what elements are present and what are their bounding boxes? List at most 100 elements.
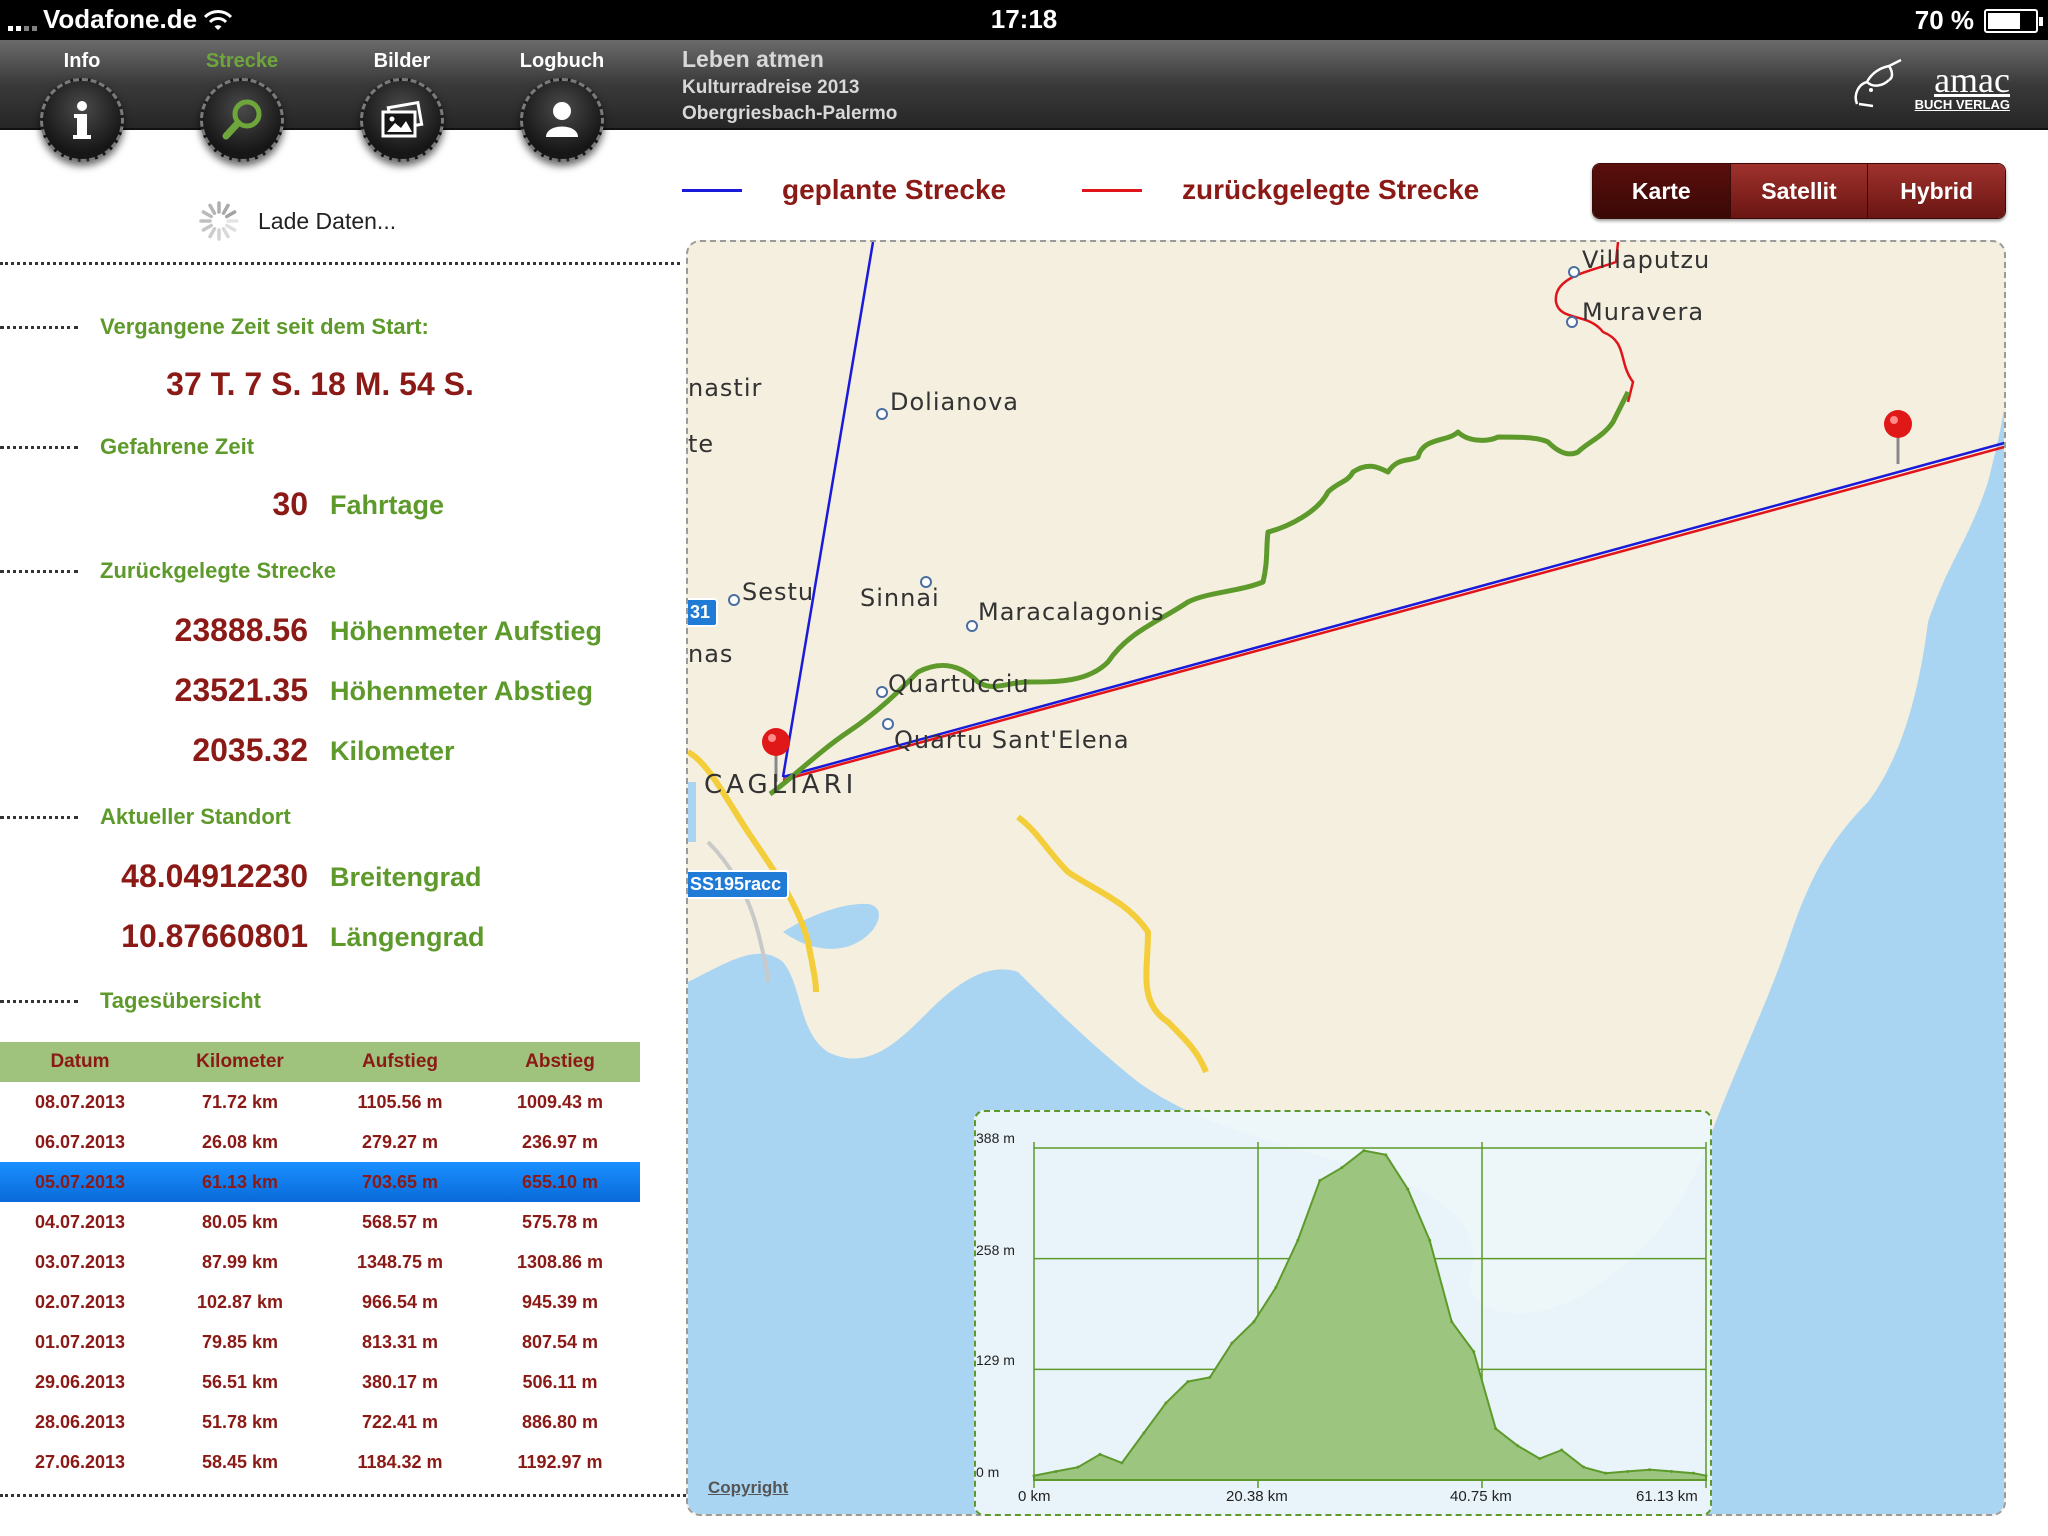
elevation-x-tick: 20.38 km xyxy=(1226,1488,1288,1505)
elevation-point xyxy=(1670,1469,1674,1473)
table-row[interactable]: 04.07.2013 80.05 km 568.57 m 575.78 m xyxy=(0,1202,640,1242)
place-label: Sinnai xyxy=(860,584,940,612)
elevation-point xyxy=(1384,1153,1388,1157)
elevation-point xyxy=(1406,1187,1410,1191)
place-label: Quartu Sant'Elena xyxy=(894,726,1130,754)
cell-abstieg: 1308.86 m xyxy=(516,1251,604,1272)
descent-row: 23521.35 Höhenmeter Abstieg xyxy=(0,672,680,712)
distance-heading: Zurückgelegte Strecke xyxy=(100,558,336,583)
planned-route-label: geplante Strecke xyxy=(782,174,1007,205)
tab-info-label: Info xyxy=(63,50,101,72)
place-label: Muravera xyxy=(1582,298,1705,326)
cell-datum: 06.07.2013 xyxy=(34,1131,126,1152)
elevation-point xyxy=(1252,1320,1256,1324)
tab-logbuch[interactable]: Logbuch xyxy=(492,40,632,162)
clock: 17:18 xyxy=(990,4,1058,34)
elevation-point xyxy=(1626,1469,1630,1473)
top-navigation-bar: Info Strecke Bilder Logbuch Leben atmen … xyxy=(0,40,2048,162)
elevation-point xyxy=(1538,1457,1542,1461)
map-type-satellit-button[interactable]: Satellit xyxy=(1730,164,1869,218)
place-marker xyxy=(1568,266,1580,278)
column-header-datum: Datum xyxy=(0,1042,160,1082)
map-type-hybrid-button[interactable]: Hybrid xyxy=(1868,164,2005,218)
elevation-x-tick: 0 km xyxy=(1018,1488,1051,1505)
place-label: nas xyxy=(688,640,734,668)
info-icon[interactable] xyxy=(40,78,124,162)
cell-abstieg: 807.54 m xyxy=(521,1331,599,1352)
elevation-point xyxy=(1516,1444,1520,1448)
place-marker xyxy=(1566,316,1578,328)
status-bar: Vodafone.de 17:18 70 % xyxy=(0,0,2048,40)
table-row[interactable]: 29.06.2013 56.51 km 380.17 m 506.11 m xyxy=(0,1362,640,1402)
cell-aufstieg: 966.54 m xyxy=(361,1291,439,1312)
elevation-point xyxy=(1076,1465,1080,1469)
tab-bilder[interactable]: Bilder xyxy=(332,40,472,162)
spinner-spoke xyxy=(201,223,213,232)
spinner-icon xyxy=(199,201,239,241)
column-header-kilometer: Kilometer xyxy=(160,1042,320,1082)
road-number-badge: 31 xyxy=(688,598,719,627)
place-label: Maracalagonis xyxy=(978,598,1165,626)
amac-mascot-icon xyxy=(1854,58,1902,108)
traveled-route-legend: zurückgelegte Strecke xyxy=(1082,174,1479,206)
pictures-icon[interactable] xyxy=(360,78,444,162)
battery-status: 70 % xyxy=(1915,5,2043,36)
cell-kilometer: 102.87 km xyxy=(196,1291,284,1312)
elevation-point xyxy=(1472,1350,1476,1354)
divider xyxy=(0,816,78,819)
cell-abstieg: 575.78 m xyxy=(521,1211,599,1232)
tab-strecke[interactable]: Strecke xyxy=(172,40,312,162)
table-row[interactable]: 01.07.2013 79.85 km 813.31 m 807.54 m xyxy=(0,1322,640,1362)
map-type-karte-button[interactable]: Karte xyxy=(1593,164,1731,218)
magnifier-icon[interactable] xyxy=(200,78,284,162)
longitude-value: 10.87660801 xyxy=(121,918,308,954)
elevation-point xyxy=(1340,1166,1344,1170)
ascent-unit: Höhenmeter Aufstieg xyxy=(330,616,603,646)
cell-aufstieg: 1105.56 m xyxy=(357,1091,443,1112)
place-label: Villaputzu xyxy=(1582,246,1711,274)
amac-brand-name: amac xyxy=(1934,60,2010,100)
cell-abstieg: 506.11 m xyxy=(522,1371,598,1392)
elevation-point xyxy=(1494,1427,1498,1431)
spinner-spoke xyxy=(225,210,237,219)
elevation-point xyxy=(1142,1431,1146,1435)
cell-aufstieg: 722.41 m xyxy=(361,1411,439,1432)
planned-route-legend: geplante Strecke xyxy=(682,174,1006,206)
table-row[interactable]: 05.07.2013 61.13 km 703.65 m 655.10 m xyxy=(0,1162,640,1202)
elevation-point xyxy=(1120,1461,1124,1465)
elevation-x-tick: 40.75 km xyxy=(1450,1488,1512,1505)
elevation-point xyxy=(1604,1471,1608,1475)
table-row[interactable]: 02.07.2013 102.87 km 966.54 m 945.39 m xyxy=(0,1282,640,1322)
divider xyxy=(0,1494,686,1497)
elevation-point xyxy=(1296,1238,1300,1242)
elapsed-time-heading: Vergangene Zeit seit dem Start: xyxy=(100,314,429,339)
column-header-abstieg: Abstieg xyxy=(480,1042,640,1082)
copyright-link[interactable]: Copyright xyxy=(708,1478,788,1498)
cell-aufstieg: 813.31 m xyxy=(361,1331,439,1352)
person-icon[interactable] xyxy=(520,78,604,162)
descent-value: 23521.35 xyxy=(174,672,308,708)
cell-kilometer: 80.05 km xyxy=(201,1211,279,1232)
elevation-point xyxy=(1186,1380,1190,1384)
table-row[interactable]: 27.06.2013 58.45 km 1184.32 m 1192.97 m xyxy=(0,1442,640,1482)
elevation-point xyxy=(1692,1471,1696,1475)
table-row[interactable]: 08.07.2013 71.72 km 1105.56 m 1009.43 m xyxy=(0,1082,640,1122)
tab-logbuch-label: Logbuch xyxy=(519,50,605,72)
cell-aufstieg: 380.17 m xyxy=(361,1371,439,1392)
cell-aufstieg: 568.57 m xyxy=(361,1211,439,1232)
traveled-route-label: zurückgelegte Strecke xyxy=(1182,174,1480,205)
ascent-value: 23888.56 xyxy=(174,612,308,648)
table-row[interactable]: 06.07.2013 26.08 km 279.27 m 236.97 m xyxy=(0,1122,640,1162)
table-row[interactable]: 28.06.2013 51.78 km 722.41 m 886.80 m xyxy=(0,1402,640,1442)
tab-info[interactable]: Info xyxy=(12,40,152,162)
latitude-unit: Breitengrad xyxy=(330,862,482,892)
divider xyxy=(0,446,78,449)
amac-brand-sub: BUCH VERLAG xyxy=(1914,97,2010,112)
elevation-point xyxy=(1164,1401,1168,1405)
cell-kilometer: 56.51 km xyxy=(201,1371,279,1392)
driven-time-heading: Gefahrene Zeit xyxy=(100,434,255,459)
trip-stats-panel: Lade Daten... Vergangene Zeit seit dem S… xyxy=(0,130,686,1536)
elevation-chart xyxy=(1032,1142,1708,1488)
table-row[interactable]: 03.07.2013 87.99 km 1348.75 m 1308.86 m xyxy=(0,1242,640,1282)
spinner-spoke xyxy=(221,227,230,239)
